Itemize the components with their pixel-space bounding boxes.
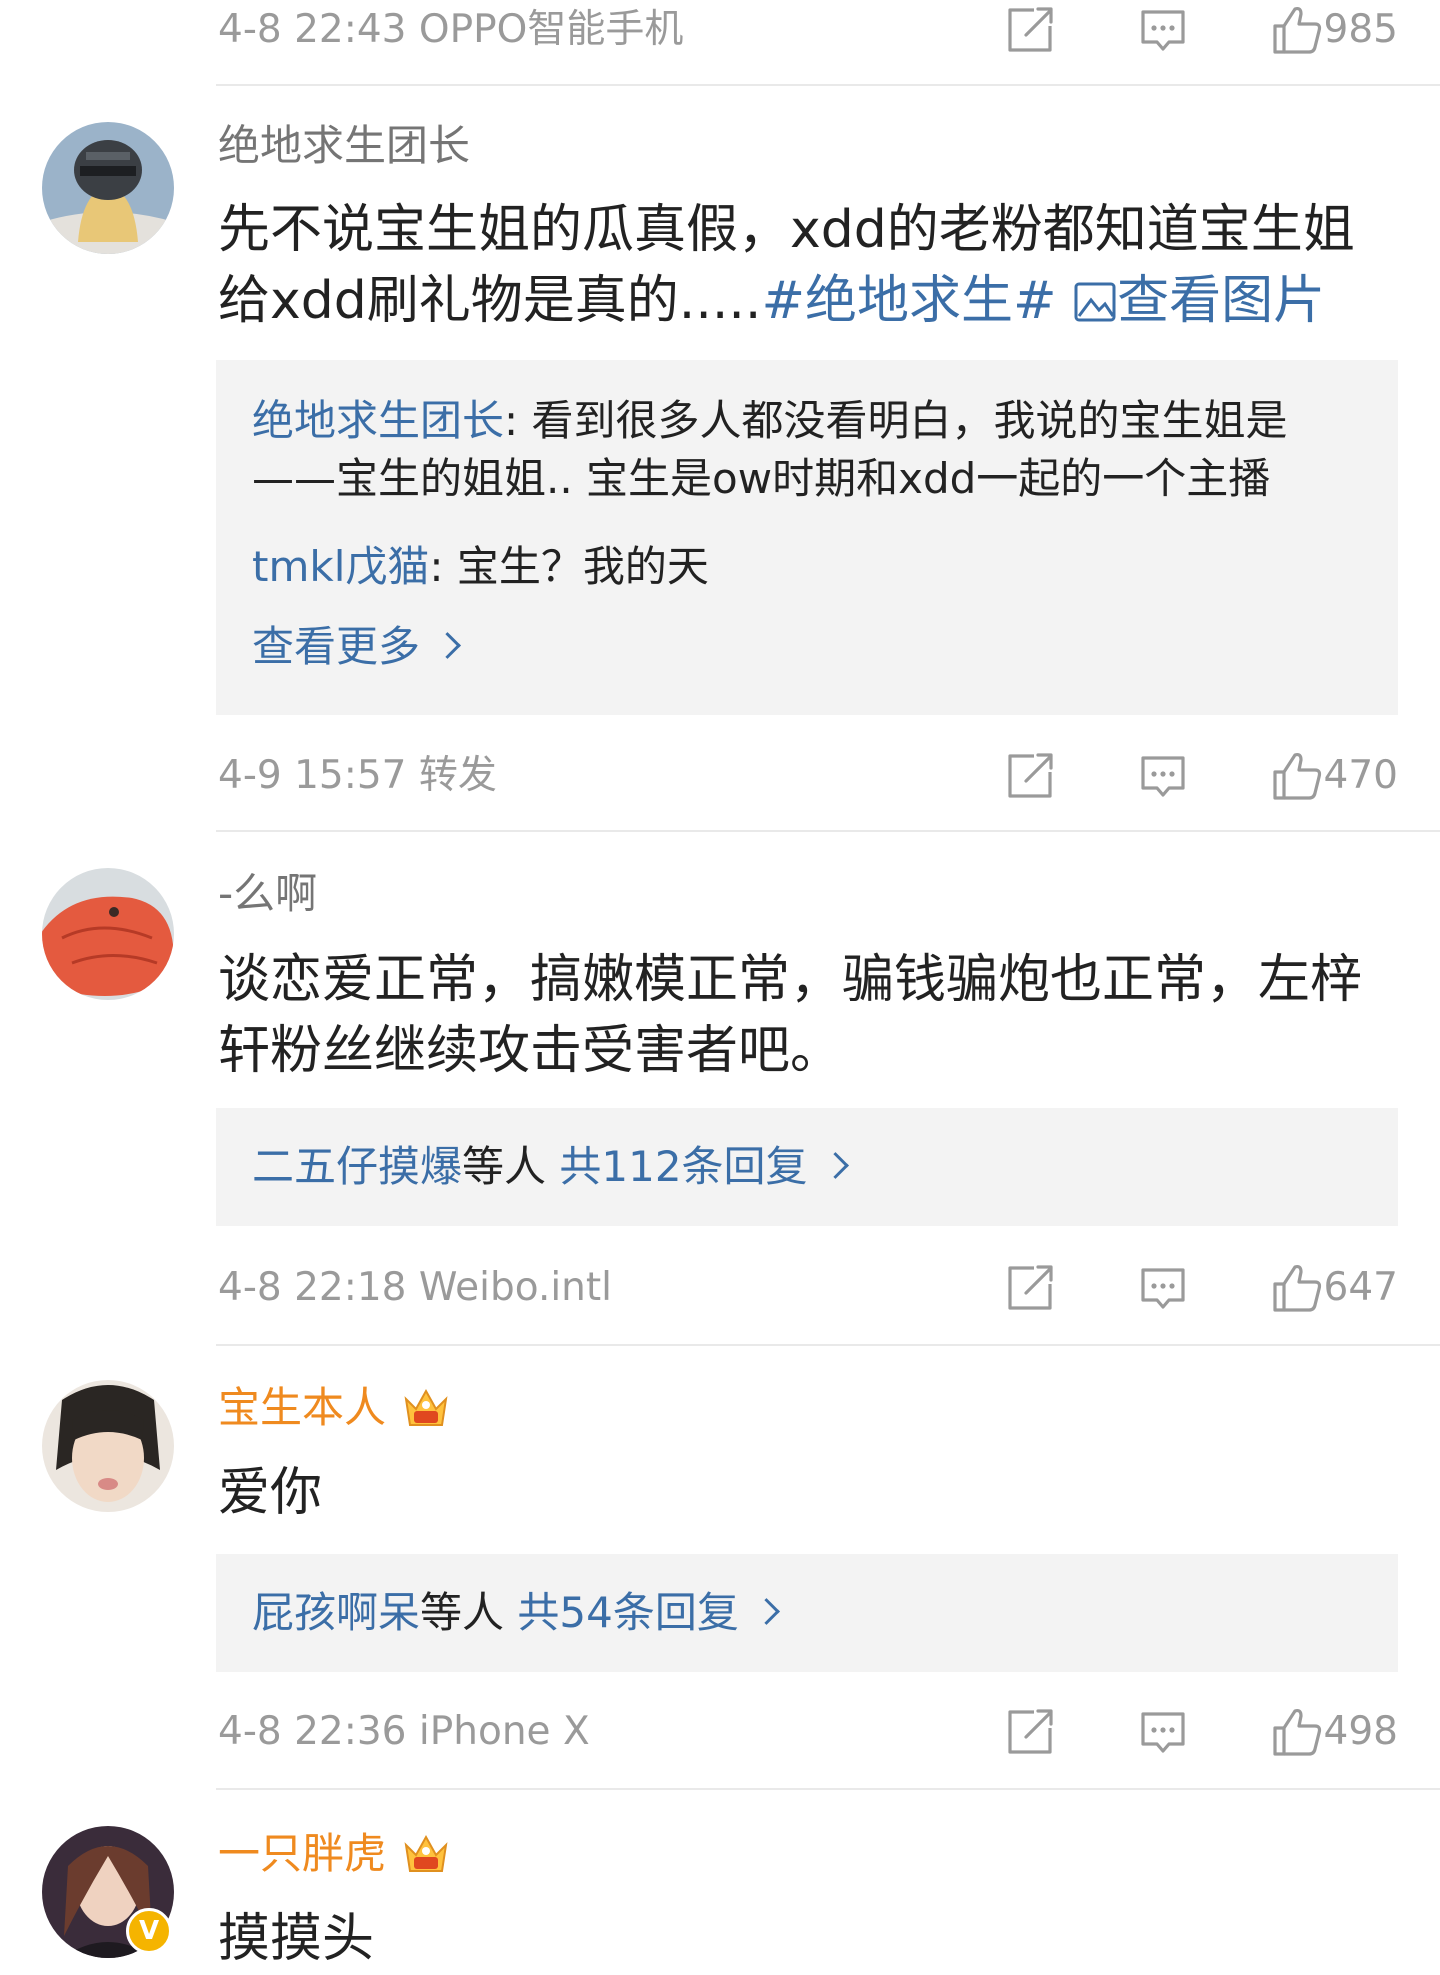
avatar[interactable] <box>42 122 174 254</box>
comment-username-vip[interactable]: 一只胖虎 <box>218 1826 452 1883</box>
chevron-right-icon <box>434 632 461 659</box>
view-more-link[interactable]: 查看更多 <box>252 618 1362 676</box>
reply-summary: 二五仔摸爆等人 共112条回复 <box>252 1138 1362 1196</box>
like-icon[interactable] <box>1269 748 1325 804</box>
reply-author[interactable]: tmkl戊猫 <box>252 542 429 591</box>
like-count: 985 <box>1323 7 1398 52</box>
like-icon[interactable] <box>1269 2 1325 58</box>
reply-count-link[interactable]: 共112条回复 <box>559 1142 807 1191</box>
comment-time-source: 4-9 15:57 转发 <box>218 753 497 798</box>
reply-summary: 屁孩啊呆等人 共54条回复 <box>252 1584 1362 1642</box>
vip-crown-icon <box>400 1827 452 1879</box>
comment-text: 先不说宝生姐的瓜真假，xdd的老粉都知道宝生姐给xdd刷礼物是真的.....#绝… <box>218 195 1396 337</box>
comment-text: 摸摸头 <box>218 1909 375 1969</box>
repost-icon[interactable] <box>1002 748 1058 804</box>
avatar[interactable] <box>42 1380 174 1512</box>
comment-icon[interactable] <box>1135 1704 1191 1760</box>
comment-username-vip[interactable]: 宝生本人 <box>218 1380 452 1437</box>
reply-count-link[interactable]: 共54条回复 <box>517 1588 738 1637</box>
comment-meta: 4-8 22:36 iPhone X 498 <box>218 1702 1398 1762</box>
comment-text: 谈恋爱正常，搞嫩模正常，骗钱骗炮也正常，左梓轩粉丝继续攻击受害者吧。 <box>218 950 1363 1081</box>
comment-time-source: 4-8 22:43 OPPO智能手机 <box>218 7 684 52</box>
comment-icon[interactable] <box>1135 748 1191 804</box>
image-icon <box>1074 282 1116 322</box>
reply-item: 绝地求生团长: 看到很多人都没看明白，我说的宝生姐是——宝生的姐姐.. 宝生是o… <box>252 396 1288 503</box>
divider <box>216 830 1440 832</box>
avatar[interactable] <box>42 868 174 1000</box>
comment-text: 爱你 <box>218 1463 323 1523</box>
divider <box>216 84 1440 86</box>
comment-username[interactable]: 绝地求生团长 <box>218 118 470 174</box>
reply-names[interactable]: 屁孩啊呆 <box>252 1588 420 1637</box>
chevron-right-icon <box>821 1152 849 1179</box>
reply-author[interactable]: 绝地求生团长 <box>252 396 504 445</box>
like-icon[interactable] <box>1269 1260 1325 1316</box>
vip-crown-icon <box>400 1381 452 1433</box>
comment-username[interactable]: -么啊 <box>218 866 317 922</box>
comment-icon[interactable] <box>1135 2 1191 58</box>
like-icon[interactable] <box>1269 1704 1325 1760</box>
repost-icon[interactable] <box>1002 2 1058 58</box>
like-count: 647 <box>1323 1265 1398 1310</box>
repost-icon[interactable] <box>1002 1704 1058 1760</box>
reply-summary-box[interactable]: 二五仔摸爆等人 共112条回复 <box>216 1108 1398 1226</box>
reply-summary-box[interactable]: 屁孩啊呆等人 共54条回复 <box>216 1554 1398 1672</box>
hashtag-link[interactable]: #绝地求生# <box>761 271 1056 331</box>
reply-names[interactable]: 二五仔摸爆 <box>252 1142 462 1191</box>
chevron-right-icon <box>752 1598 780 1625</box>
reply-item: tmkl戊猫: 宝生？我的天 <box>252 542 709 591</box>
comment-meta: 4-8 22:43 OPPO智能手机 985 <box>218 0 1398 60</box>
like-count: 470 <box>1323 753 1398 798</box>
reply-preview-box[interactable]: 绝地求生团长: 看到很多人都没看明白，我说的宝生姐是——宝生的姐姐.. 宝生是o… <box>216 360 1398 715</box>
comment-time-source: 4-8 22:36 iPhone X <box>218 1709 590 1754</box>
divider <box>216 1788 1440 1790</box>
verified-badge-icon: V <box>126 1908 172 1954</box>
comment-meta: 4-8 22:18 Weibo.intl 647 <box>218 1258 1398 1318</box>
comment-meta: 4-9 15:57 转发 470 <box>218 746 1398 806</box>
view-image-link[interactable]: 查看图片 <box>1073 271 1325 331</box>
comment-time-source: 4-8 22:18 Weibo.intl <box>218 1265 613 1310</box>
repost-icon[interactable] <box>1002 1260 1058 1316</box>
divider <box>216 1344 1440 1346</box>
like-count: 498 <box>1323 1709 1398 1754</box>
comment-icon[interactable] <box>1135 1260 1191 1316</box>
